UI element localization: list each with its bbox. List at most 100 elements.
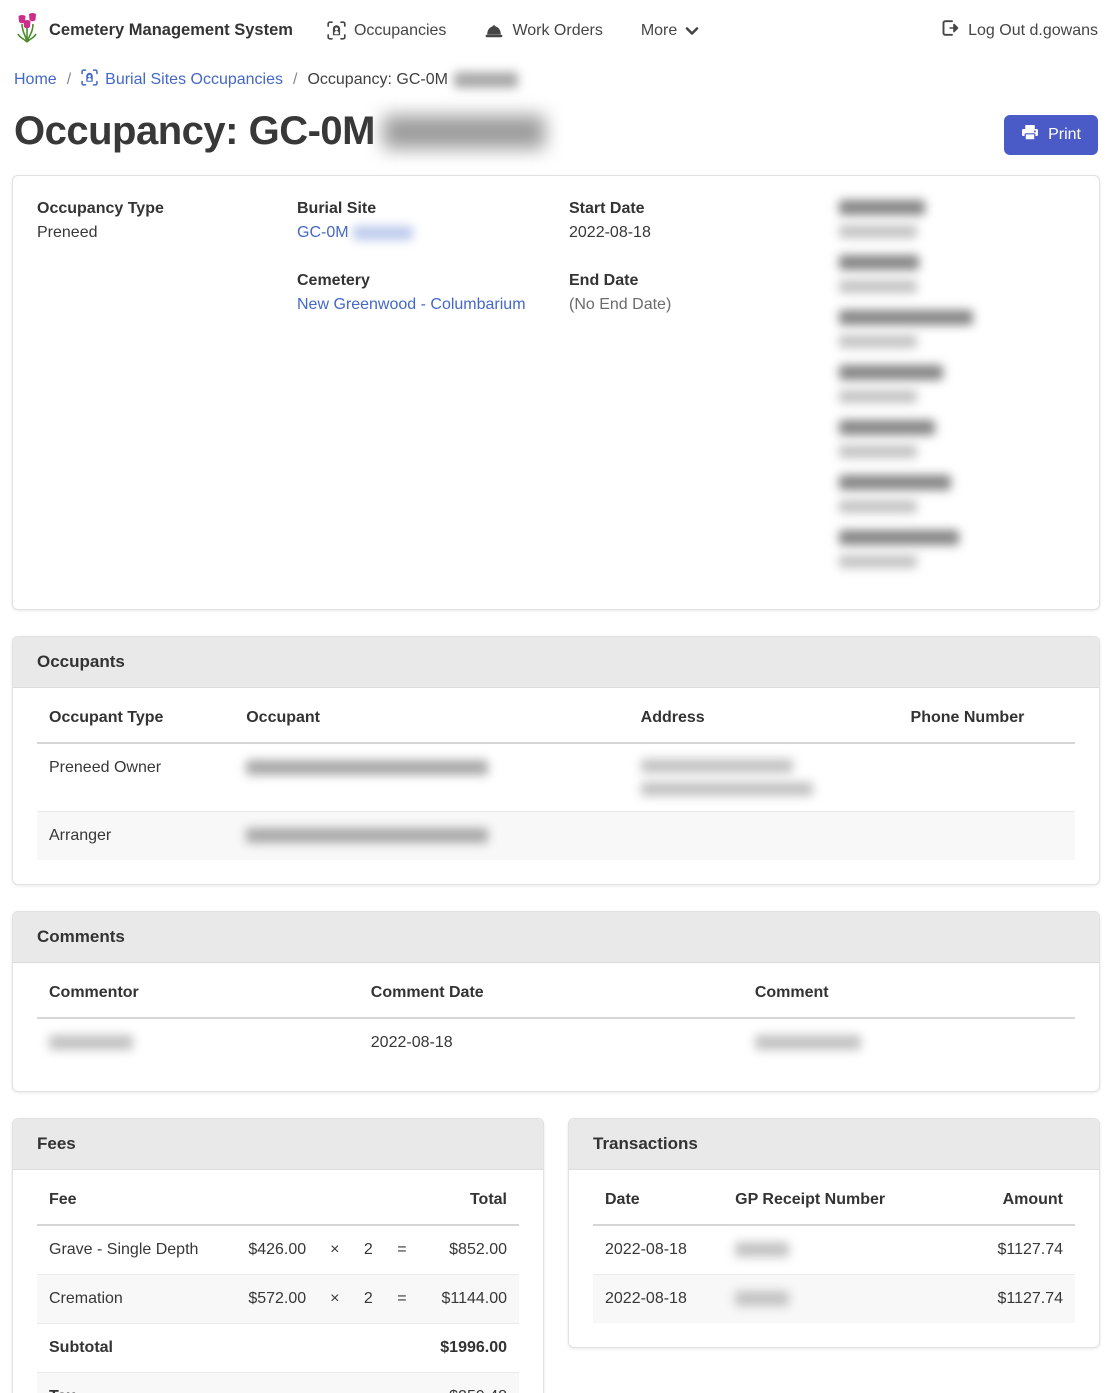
breadcrumb-current: Occupancy: GC-0M bbox=[307, 71, 517, 89]
title-row: Occupancy: GC-0M Print bbox=[0, 101, 1112, 171]
redacted-text bbox=[454, 72, 518, 88]
col-address: Address bbox=[629, 694, 899, 743]
redacted-text bbox=[735, 1291, 789, 1306]
breadcrumb: Home / Burial Sites Occupancies / Occupa… bbox=[0, 61, 1112, 101]
redacted-label bbox=[839, 420, 935, 435]
subtotal-label: Subtotal bbox=[37, 1324, 419, 1373]
app-brand[interactable]: Cemetery Management System bbox=[14, 12, 293, 49]
start-date-label: Start Date bbox=[569, 200, 839, 218]
table-row: Preneed Owner bbox=[37, 743, 1075, 812]
col-comment: Comment bbox=[743, 969, 1075, 1018]
field-end-date: End Date (No End Date) bbox=[569, 272, 839, 314]
details-col-4-redacted bbox=[839, 200, 1075, 585]
fee-qty-cell: 2 bbox=[352, 1275, 386, 1324]
tulip-logo-icon bbox=[14, 12, 40, 49]
redacted-text bbox=[246, 828, 488, 843]
redacted-text bbox=[246, 760, 488, 775]
transaction-date-cell: 2022-08-18 bbox=[593, 1225, 723, 1275]
redacted-field bbox=[839, 310, 1075, 348]
field-occupancy-type: Occupancy Type Preneed bbox=[37, 200, 297, 242]
fee-equals-cell: = bbox=[385, 1275, 418, 1324]
redacted-value bbox=[839, 335, 917, 348]
receipt-cell bbox=[723, 1275, 954, 1324]
transactions-table: Date GP Receipt Number Amount 2022-08-18… bbox=[593, 1176, 1075, 1323]
nav-more[interactable]: More bbox=[641, 22, 699, 40]
redacted-label bbox=[839, 365, 943, 380]
transaction-date-cell: 2022-08-18 bbox=[593, 1275, 723, 1324]
chevron-down-icon bbox=[685, 26, 699, 36]
redacted-field bbox=[839, 420, 1075, 458]
print-button[interactable]: Print bbox=[1004, 115, 1098, 155]
nav-items: Occupancies Work Orders More bbox=[327, 21, 699, 40]
occupant-cell bbox=[234, 812, 628, 861]
end-date-label: End Date bbox=[569, 272, 839, 290]
nav-occupancies[interactable]: Occupancies bbox=[327, 21, 447, 40]
subtotal-row: Subtotal $1996.00 bbox=[37, 1324, 519, 1373]
navbar: Cemetery Management System Occupancies bbox=[0, 0, 1112, 61]
cemetery-link[interactable]: New Greenwood - Columbarium bbox=[297, 296, 526, 313]
redacted-label bbox=[839, 255, 919, 270]
col-date: Date bbox=[593, 1176, 723, 1225]
field-start-date: Start Date 2022-08-18 bbox=[569, 200, 839, 242]
redacted-value bbox=[839, 500, 917, 513]
redacted-text bbox=[755, 1035, 861, 1050]
fees-table: Fee Total Grave - Single Depth $426.00 ×… bbox=[37, 1176, 519, 1393]
fee-qty-cell: 2 bbox=[352, 1225, 386, 1275]
breadcrumb-current-label: Occupancy: GC-0M bbox=[307, 71, 447, 89]
table-row: Grave - Single Depth $426.00 × 2 = $852.… bbox=[37, 1225, 519, 1275]
redacted-value bbox=[839, 555, 917, 568]
comment-cell bbox=[743, 1018, 1075, 1067]
redacted-field bbox=[839, 255, 1075, 293]
breadcrumb-burial-sites-occupancies[interactable]: Burial Sites Occupancies bbox=[81, 69, 283, 91]
breadcrumb-separator: / bbox=[67, 71, 71, 89]
redacted-label bbox=[839, 200, 925, 215]
burial-site-link[interactable]: GC-0M bbox=[297, 224, 413, 241]
redacted-text bbox=[353, 226, 413, 240]
col-commentor: Commentor bbox=[37, 969, 359, 1018]
redacted-field bbox=[839, 475, 1075, 513]
occupants-card: Occupants Occupant Type Occupant Address… bbox=[12, 636, 1100, 885]
redacted-label bbox=[839, 475, 951, 490]
bottom-section: Fees Fee Total Grave - Single Depth bbox=[12, 1118, 1100, 1393]
col-total: Total bbox=[419, 1176, 519, 1225]
logout-button[interactable]: Log Out d.gowans bbox=[940, 19, 1098, 42]
comments-table: Commentor Comment Date Comment 2022-08-1… bbox=[37, 969, 1075, 1067]
redacted-label bbox=[839, 310, 973, 325]
hard-hat-icon bbox=[484, 22, 504, 40]
page-title: Occupancy: GC-0M bbox=[14, 109, 545, 154]
breadcrumb-home[interactable]: Home bbox=[14, 71, 57, 89]
tax-value: $259.48 bbox=[419, 1373, 519, 1393]
nav-occupancies-label: Occupancies bbox=[354, 22, 447, 40]
table-row: Cremation $572.00 × 2 = $1144.00 bbox=[37, 1275, 519, 1324]
fee-name-cell: Cremation bbox=[37, 1275, 232, 1324]
col-fee: Fee bbox=[37, 1176, 232, 1225]
redacted-field bbox=[839, 530, 1075, 568]
commentor-cell bbox=[37, 1018, 359, 1067]
phone-cell bbox=[899, 743, 1075, 812]
breadcrumb-separator: / bbox=[293, 71, 297, 89]
start-date-value: 2022-08-18 bbox=[569, 224, 839, 242]
col-occupant: Occupant bbox=[234, 694, 628, 743]
transactions-header: Transactions bbox=[569, 1119, 1099, 1170]
comment-date-cell: 2022-08-18 bbox=[359, 1018, 743, 1067]
nav-work-orders[interactable]: Work Orders bbox=[484, 22, 602, 40]
comments-header: Comments bbox=[13, 912, 1099, 963]
redacted-text bbox=[49, 1035, 133, 1050]
redacted-value bbox=[839, 390, 917, 403]
redacted-field bbox=[839, 200, 1075, 238]
field-cemetery: Cemetery New Greenwood - Columbarium bbox=[297, 272, 569, 314]
amount-cell: $1127.74 bbox=[954, 1225, 1075, 1275]
col-comment-date: Comment Date bbox=[359, 969, 743, 1018]
page-title-text: Occupancy: GC-0M bbox=[14, 109, 375, 154]
burial-site-link-text: GC-0M bbox=[297, 224, 349, 241]
fee-name-cell: Grave - Single Depth bbox=[37, 1225, 232, 1275]
col-gp-receipt-number: GP Receipt Number bbox=[723, 1176, 954, 1225]
tombstone-icon bbox=[81, 69, 98, 91]
comments-card: Comments Commentor Comment Date Comment … bbox=[12, 911, 1100, 1092]
occupants-table: Occupant Type Occupant Address Phone Num… bbox=[37, 694, 1075, 860]
table-row: 2022-08-18 $1127.74 bbox=[593, 1275, 1075, 1324]
occupancy-type-label: Occupancy Type bbox=[37, 200, 297, 218]
occupancy-details-card: Occupancy Type Preneed Burial Site GC-0M… bbox=[12, 175, 1100, 610]
redacted-text bbox=[735, 1242, 789, 1257]
burial-site-label: Burial Site bbox=[297, 200, 569, 218]
